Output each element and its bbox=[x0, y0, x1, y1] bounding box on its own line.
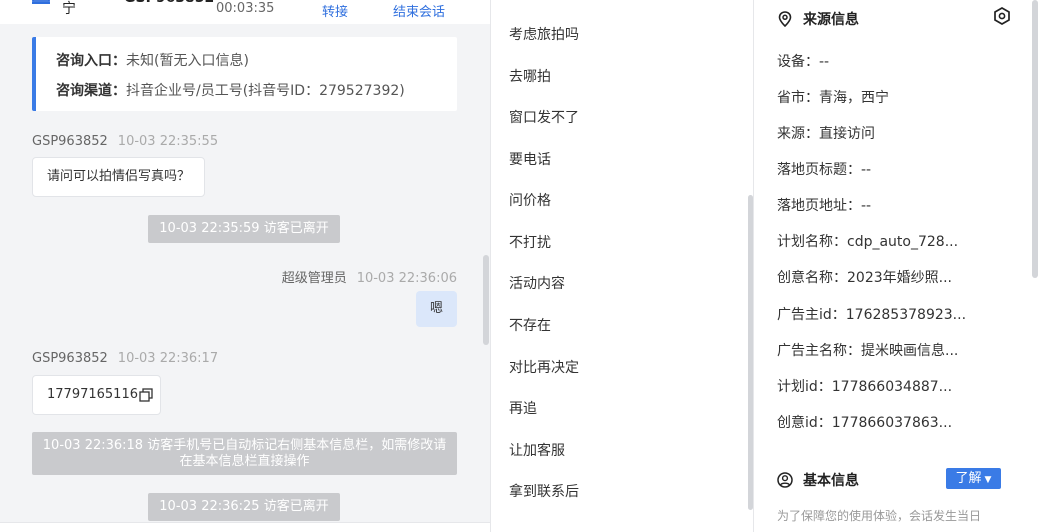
monitor-icon bbox=[32, 0, 50, 4]
message-meta: 超级管理员 10-03 22:36:06 bbox=[282, 267, 457, 286]
info-device: 设备：-- bbox=[777, 54, 830, 70]
message-sender: 超级管理员 bbox=[281, 271, 347, 286]
message-time: 10-03 22:36:06 bbox=[356, 271, 457, 286]
caret-down-icon: ▼ bbox=[984, 475, 992, 485]
system-notice: 10-03 22:36:25 访客已离开 bbox=[148, 493, 340, 521]
system-notice: 10-03 22:36:18 访客手机号已自动标记右侧基本信息栏，如需修改请在基… bbox=[32, 432, 457, 475]
info-region: 省市：青海，西宁 bbox=[777, 90, 889, 106]
info-advertiser-name: 广告主名称：提米映画信息... bbox=[777, 343, 959, 359]
quick-phrase-panel: 考虑旅拍吗 去哪拍 窗口发不了 要电话 问价格 不打扰 活动内容 不存在 对比再… bbox=[491, 0, 753, 532]
info-scrollbar[interactable] bbox=[1032, 0, 1038, 278]
message-sender: GSP963852 bbox=[32, 134, 108, 149]
message-meta: GSP963852 10-03 22:35:55 bbox=[32, 134, 218, 149]
learn-more-dropdown[interactable]: 了解 ▼ bbox=[946, 468, 1001, 489]
learn-more-label: 了解 bbox=[955, 471, 982, 486]
visitor-info-panel: 来源信息 设备：-- 省市：青海，西宁 来源：直接访问 落地页标题：-- 落地页… bbox=[754, 0, 1040, 532]
channel-key: 咨询渠道： bbox=[56, 83, 126, 99]
chat-input-area[interactable] bbox=[0, 522, 490, 532]
privacy-notice: 为了保障您的使用体验，会话发生当日 bbox=[777, 509, 982, 523]
end-session-button[interactable]: 结束会话 bbox=[393, 1, 445, 20]
basic-info-label: 基本信息 bbox=[803, 473, 859, 489]
phrase-item[interactable]: 不打扰 bbox=[509, 232, 551, 252]
message-sender: GSP963852 bbox=[32, 351, 108, 366]
visitor-message-bubble[interactable]: 请问可以拍情侣写真吗？ bbox=[32, 157, 206, 197]
phrase-item[interactable]: 不存在 bbox=[509, 315, 551, 335]
entry-info-card: 咨询入口：未知(暂无入口信息) 咨询渠道：抖音企业号/员工号(抖音号ID：279… bbox=[32, 37, 457, 111]
info-creative-id: 创意id：177866037863... bbox=[777, 415, 953, 431]
chat-scrollbar[interactable] bbox=[483, 255, 489, 345]
info-plan-name: 计划名称：cdp_auto_728... bbox=[777, 234, 959, 250]
info-landing-url: 落地页地址：-- bbox=[777, 198, 872, 214]
basic-info-title: 基本信息 bbox=[777, 470, 859, 490]
user-circle-icon bbox=[777, 472, 793, 488]
system-notice: 10-03 22:35:59 访客已离开 bbox=[148, 215, 340, 243]
source-info-label: 来源信息 bbox=[803, 12, 859, 28]
phrase-item[interactable]: 让加客服 bbox=[509, 440, 565, 460]
phrase-item[interactable]: 要电话 bbox=[509, 149, 551, 169]
chat-header: 宁 GSP963852 00:03:35 转接 结束会话 bbox=[0, 0, 490, 24]
session-timer: 00:03:35 bbox=[216, 1, 275, 16]
phrase-item[interactable]: 窗口发不了 bbox=[509, 107, 579, 127]
phone-number-text: 17797165116 bbox=[47, 387, 138, 402]
phrase-item[interactable]: 拿到联系后 bbox=[509, 481, 579, 501]
visitor-id: GSP963852 bbox=[124, 0, 214, 6]
agent-message-bubble[interactable]: 嗯 bbox=[416, 291, 457, 327]
channel-value: 抖音企业号/员工号(抖音号ID：279527392) bbox=[126, 83, 405, 99]
message-meta: GSP963852 10-03 22:36:17 bbox=[32, 351, 218, 366]
source-info-title: 来源信息 bbox=[777, 9, 859, 29]
message-list[interactable]: 咨询入口：未知(暂无入口信息) 咨询渠道：抖音企业号/员工号(抖音号ID：279… bbox=[0, 24, 490, 526]
phrase-item[interactable]: 考虑旅拍吗 bbox=[509, 24, 579, 44]
entry-line: 咨询入口：未知(暂无入口信息) bbox=[56, 50, 249, 70]
phrase-item[interactable]: 对比再决定 bbox=[509, 357, 579, 377]
location-pin-icon bbox=[778, 11, 792, 27]
info-creative-name: 创意名称：2023年婚纱照... bbox=[777, 270, 952, 286]
info-landing-title: 落地页标题：-- bbox=[777, 162, 872, 178]
chat-panel: 宁 GSP963852 00:03:35 转接 结束会话 咨询入口：未知(暂无入… bbox=[0, 0, 490, 532]
message-time: 10-03 22:35:55 bbox=[117, 134, 219, 149]
transfer-button[interactable]: 转接 bbox=[322, 1, 348, 20]
phrase-item[interactable]: 活动内容 bbox=[509, 273, 565, 293]
info-plan-id: 计划id：177866034887... bbox=[777, 379, 953, 395]
chat-workspace: 宁 GSP963852 00:03:35 转接 结束会话 咨询入口：未知(暂无入… bbox=[0, 0, 1040, 532]
phrase-item[interactable]: 问价格 bbox=[509, 190, 551, 210]
entry-value: 未知(暂无入口信息) bbox=[126, 53, 249, 69]
visitor-message-bubble[interactable]: 17797165116 bbox=[32, 375, 161, 415]
phrase-item[interactable]: 去哪拍 bbox=[509, 66, 551, 86]
entry-key: 咨询入口： bbox=[56, 53, 126, 69]
message-time: 10-03 22:36:17 bbox=[117, 351, 219, 366]
phrase-item[interactable]: 再追 bbox=[509, 398, 537, 418]
visitor-name: 宁 bbox=[62, 1, 76, 17]
info-advertiser-id: 广告主id：176285378923... bbox=[777, 307, 967, 323]
info-source: 来源：直接访问 bbox=[777, 126, 875, 142]
settings-icon[interactable] bbox=[993, 7, 1011, 25]
channel-line: 咨询渠道：抖音企业号/员工号(抖音号ID：279527392) bbox=[56, 80, 405, 100]
copy-icon[interactable] bbox=[139, 387, 153, 402]
